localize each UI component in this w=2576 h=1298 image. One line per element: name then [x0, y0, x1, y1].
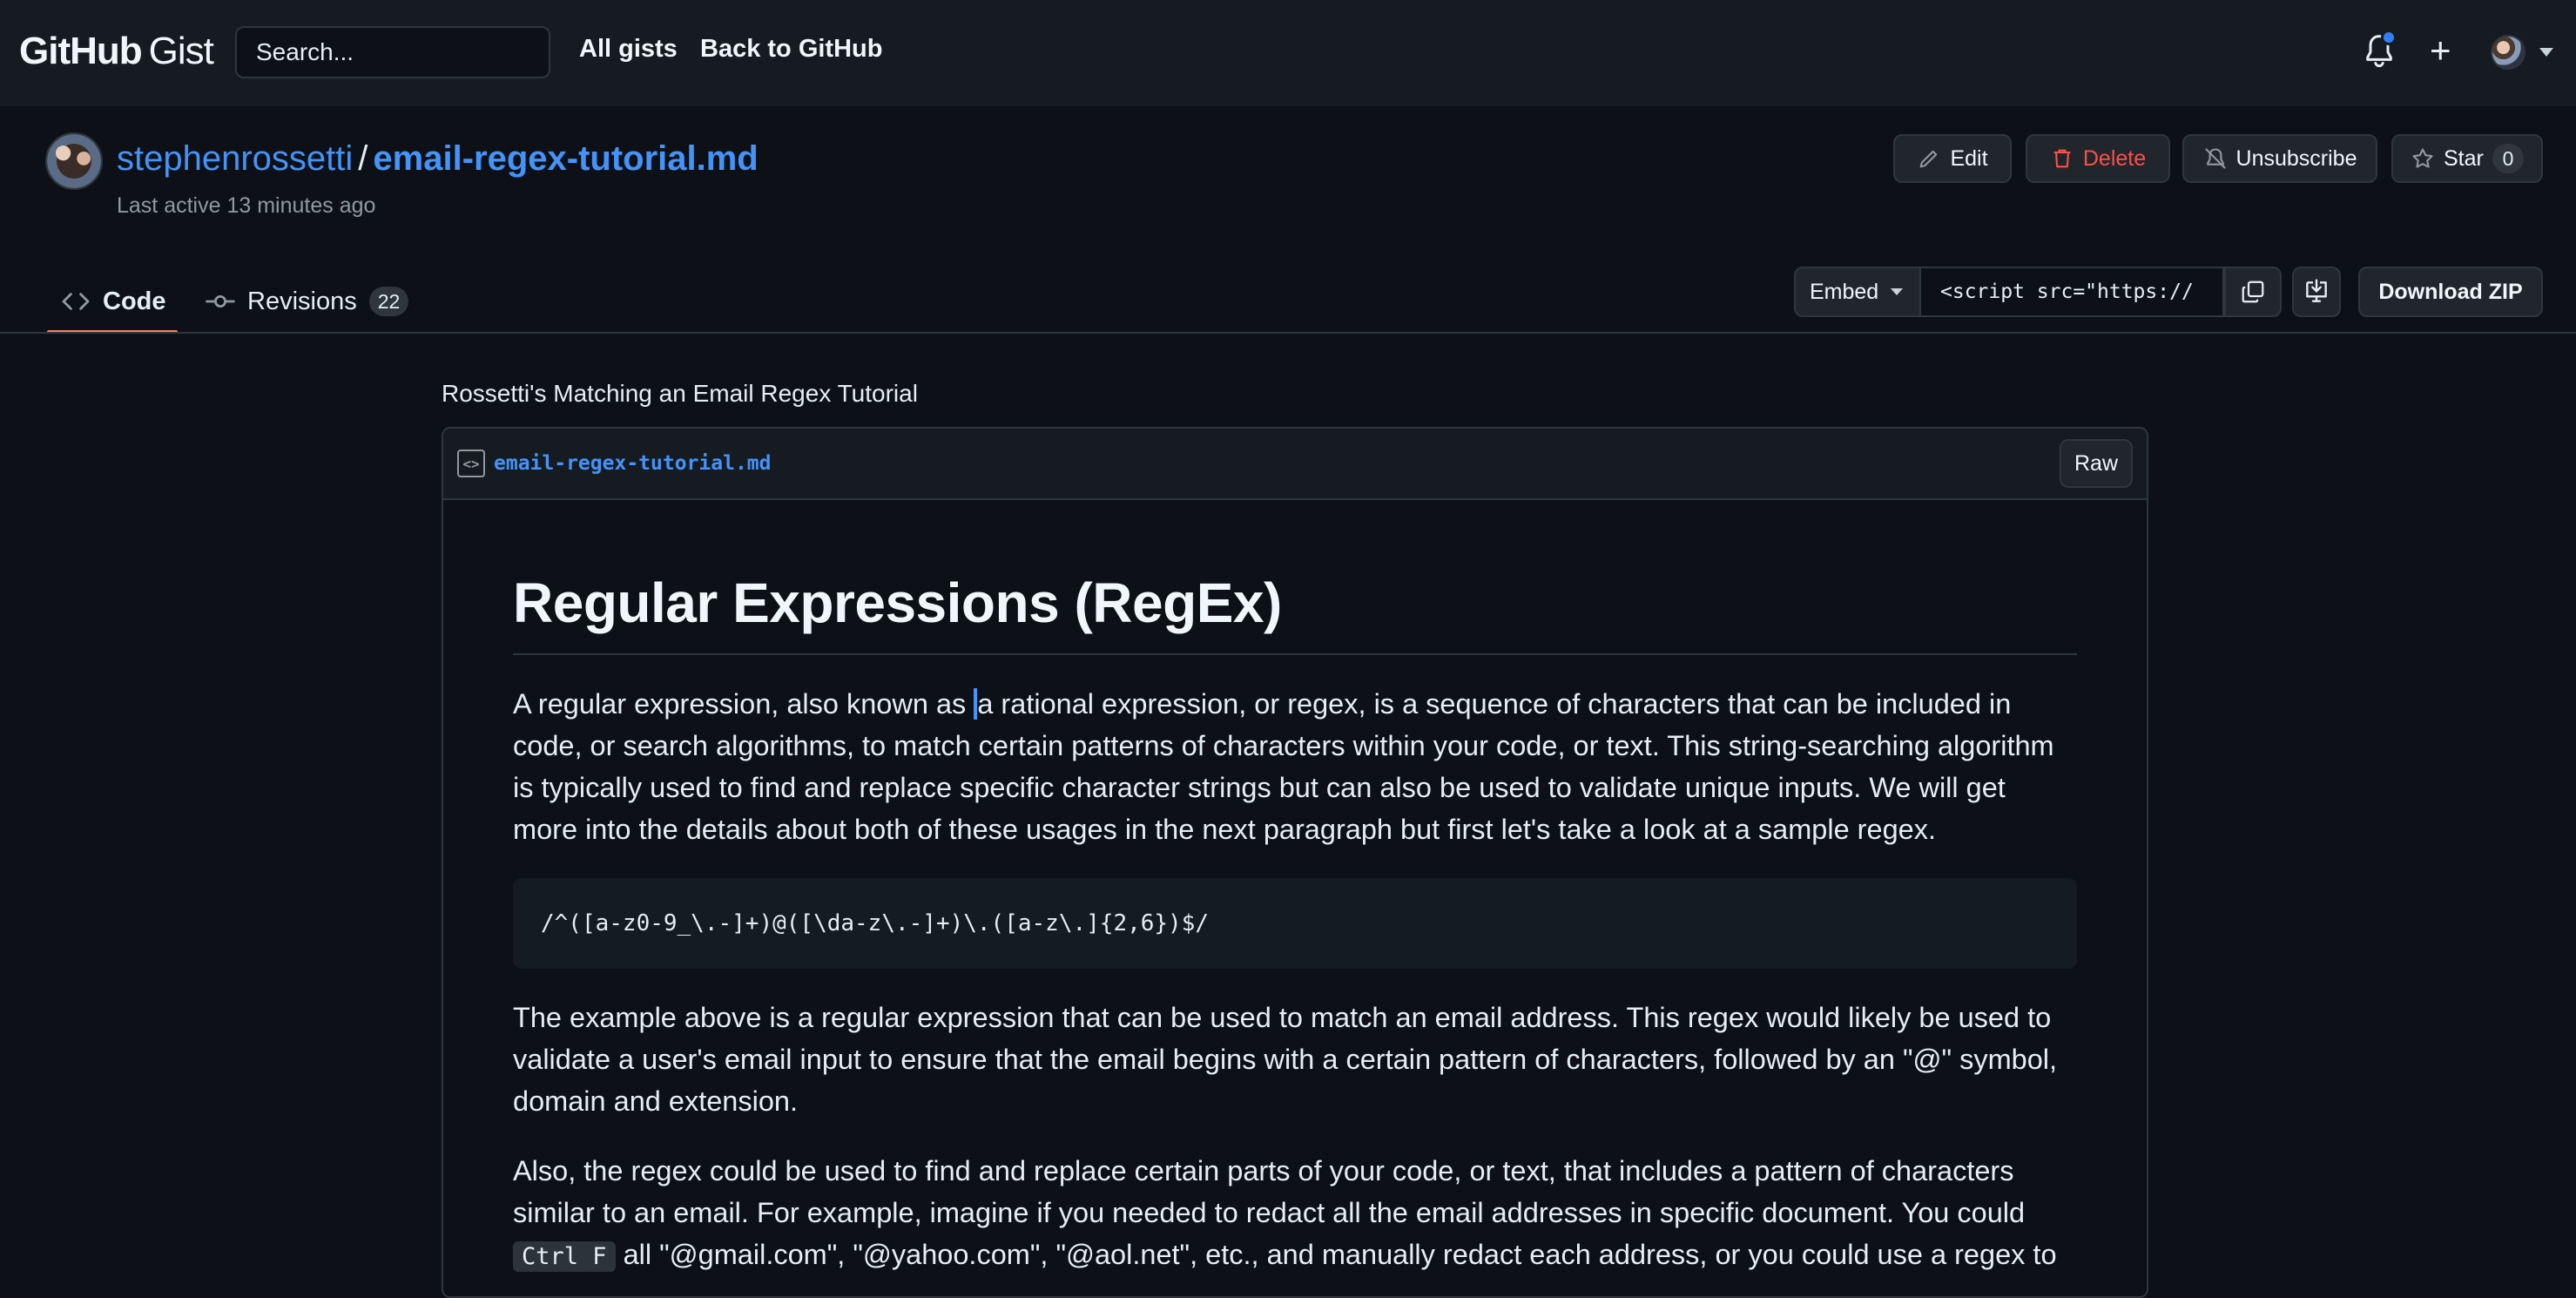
unsubscribe-button[interactable]: Unsubscribe	[2182, 134, 2377, 183]
github-gist-logo[interactable]: GitHub Gist	[19, 30, 214, 75]
file-name-link[interactable]: email-regex-tutorial.md	[494, 452, 772, 475]
intro-text-before: A regular expression, also known as	[513, 688, 967, 720]
notification-dot	[2381, 30, 2397, 45]
gist-title: stephenrossetti / email-regex-tutorial.m…	[117, 139, 759, 179]
chevron-down-icon[interactable]	[2539, 48, 2553, 57]
also-text-after: all "@gmail.com", "@yahoo.com", "@aol.ne…	[623, 1239, 2057, 1270]
ctrl-f-code: Ctrl F	[513, 1241, 616, 1272]
edit-label: Edit	[1950, 145, 1988, 171]
unsubscribe-label: Unsubscribe	[2235, 145, 2357, 171]
owner-link[interactable]: stephenrossetti	[117, 139, 353, 179]
tab-revisions[interactable]: Revisions 22	[206, 270, 409, 333]
plus-icon[interactable]: +	[2430, 30, 2451, 71]
file-container: <> email-regex-tutorial.md Raw Regular E…	[442, 427, 2148, 1298]
star-button[interactable]: Star 0	[2391, 134, 2543, 183]
bell-icon[interactable]	[2362, 30, 2397, 71]
open-in-desktop-button[interactable]	[2292, 267, 2341, 317]
paragraph-intro: A regular expression, also known as a ra…	[513, 683, 2077, 850]
markdown-body: Regular Expressions (RegEx) A regular ex…	[443, 575, 2147, 1278]
revisions-count: 22	[368, 287, 409, 316]
pencil-icon	[1920, 150, 1938, 168]
gist-description: Rossetti's Matching an Email Regex Tutor…	[442, 380, 918, 407]
embed-select-label: Embed	[1810, 279, 1879, 304]
search-input[interactable]	[235, 26, 550, 78]
delete-label: Delete	[2082, 145, 2147, 171]
paragraph-also: Also, the regex could be used to find an…	[513, 1150, 2077, 1278]
star-count: 0	[2492, 144, 2524, 173]
tab-code[interactable]: Code	[47, 270, 178, 334]
tab-revisions-label: Revisions	[247, 287, 357, 315]
logo-gist-text: Gist	[148, 30, 214, 72]
file-header: <> email-regex-tutorial.md Raw	[443, 429, 2147, 500]
bell-slash-icon	[2204, 148, 2226, 169]
desktop-download-icon	[2306, 279, 2327, 302]
triangle-down-icon	[1891, 288, 1904, 295]
paragraph-example: The example above is a regular expressio…	[513, 1002, 2058, 1117]
download-zip-button[interactable]: Download ZIP	[2358, 267, 2543, 317]
gist-filename-link[interactable]: email-regex-tutorial.md	[373, 139, 758, 179]
top-navigation-bar: GitHub Gist All gists Back to GitHub +	[0, 0, 2576, 106]
title-separator: /	[358, 139, 368, 178]
embed-select[interactable]: Embed	[1794, 267, 1921, 317]
star-label: Star	[2444, 145, 2484, 171]
raw-button[interactable]: Raw	[2060, 439, 2133, 488]
embed-url-input[interactable]	[1921, 267, 2224, 317]
owner-avatar[interactable]	[45, 132, 103, 190]
copy-icon	[2242, 281, 2264, 303]
copy-button[interactable]	[2224, 267, 2282, 317]
commit-icon	[206, 295, 235, 308]
all-gists-link[interactable]: All gists	[579, 35, 678, 64]
embed-group: Embed	[1794, 267, 2282, 317]
last-active-text: Last active 13 minutes ago	[117, 193, 376, 218]
trash-icon	[2053, 149, 2071, 168]
file-code-icon: <>	[457, 450, 485, 477]
code-icon	[62, 293, 90, 310]
page-heading: Regular Expressions (RegEx)	[513, 575, 2077, 655]
code-block: /^([a-z0-9_\.-]+)@([\da-z\.-]+)\.([a-z\.…	[513, 878, 2077, 969]
avatar[interactable]	[2491, 35, 2525, 70]
tabs-divider	[0, 332, 2576, 334]
tab-code-label: Code	[103, 287, 166, 315]
back-to-github-link[interactable]: Back to GitHub	[700, 35, 882, 64]
also-text-before: Also, the regex could be used to find an…	[513, 1155, 2026, 1228]
star-icon	[2412, 148, 2433, 168]
regex-code: /^([a-z0-9_\.-]+)@([\da-z\.-]+)\.([a-z\.…	[541, 910, 1210, 936]
edit-button[interactable]: Edit	[1893, 134, 2012, 183]
logo-github-text: GitHub	[19, 30, 143, 72]
delete-button[interactable]: Delete	[2026, 134, 2170, 183]
